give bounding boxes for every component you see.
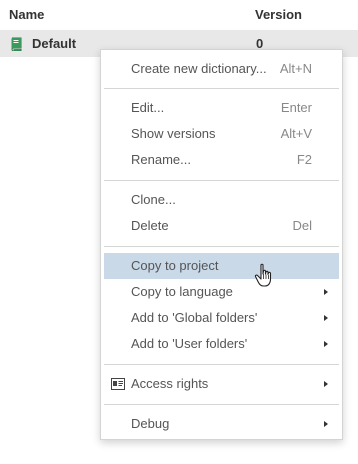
submenu-arrow-icon xyxy=(324,341,328,347)
submenu-arrow-icon xyxy=(324,315,328,321)
menu-separator xyxy=(104,246,339,247)
submenu-arrow-icon xyxy=(324,421,328,427)
menu-separator xyxy=(104,364,339,365)
column-header-name[interactable]: Name xyxy=(9,7,44,22)
page: Name Version Default 0 Create new dictio… xyxy=(0,0,358,464)
menu-item-clone[interactable]: Clone... xyxy=(104,187,339,213)
menu-item-debug[interactable]: Debug xyxy=(104,411,339,437)
menu-item-label: Add to 'User folders' xyxy=(131,336,248,351)
menu-item-label: Copy to language xyxy=(131,284,233,299)
menu-item-label: Access rights xyxy=(131,376,209,391)
menu-item-label: Rename... xyxy=(131,152,191,167)
menu-item-shortcut: Alt+V xyxy=(280,126,312,141)
menu-item-add-to-user-folders[interactable]: Add to 'User folders' xyxy=(104,331,339,357)
submenu-arrow-icon xyxy=(324,381,328,387)
menu-item-copy-to-project[interactable]: Copy to project xyxy=(104,253,339,279)
menu-item-shortcut: Enter xyxy=(280,100,312,115)
menu-separator xyxy=(104,88,339,89)
menu-item-label: Clone... xyxy=(131,192,176,207)
menu-item-label: Add to 'Global folders' xyxy=(131,310,258,325)
menu-item-access-rights[interactable]: Access rights xyxy=(104,371,339,397)
column-header-version[interactable]: Version xyxy=(255,7,302,22)
menu-item-show-versions[interactable]: Show versions Alt+V xyxy=(104,121,339,147)
menu-item-label: Create new dictionary... xyxy=(131,61,267,76)
submenu-arrow-icon xyxy=(324,289,328,295)
row-name-cell: Default xyxy=(32,36,77,51)
menu-separator xyxy=(104,404,339,405)
menu-item-shortcut: Del xyxy=(292,218,312,233)
menu-item-rename[interactable]: Rename... F2 xyxy=(104,147,339,173)
menu-item-label: Show versions xyxy=(131,126,216,141)
menu-item-delete[interactable]: Delete Del xyxy=(104,213,339,239)
dictionary-book-icon xyxy=(11,37,22,51)
menu-item-add-to-global-folders[interactable]: Add to 'Global folders' xyxy=(104,305,339,331)
menu-item-shortcut: Alt+N xyxy=(279,61,312,76)
table-header: Name Version xyxy=(0,0,358,30)
context-menu: Create new dictionary... Alt+N Edit... E… xyxy=(100,49,343,440)
menu-item-copy-to-language[interactable]: Copy to language xyxy=(104,279,339,305)
hand-pointer-icon xyxy=(254,263,272,287)
id-card-icon xyxy=(111,378,125,390)
menu-item-create-new-dictionary[interactable]: Create new dictionary... Alt+N xyxy=(104,56,339,82)
menu-item-label: Copy to project xyxy=(131,258,219,273)
menu-item-label: Debug xyxy=(131,416,170,431)
menu-item-shortcut: F2 xyxy=(296,152,312,167)
menu-item-label: Edit... xyxy=(131,100,165,115)
menu-separator xyxy=(104,180,339,181)
menu-item-label: Delete xyxy=(131,218,169,233)
menu-item-edit[interactable]: Edit... Enter xyxy=(104,95,339,121)
